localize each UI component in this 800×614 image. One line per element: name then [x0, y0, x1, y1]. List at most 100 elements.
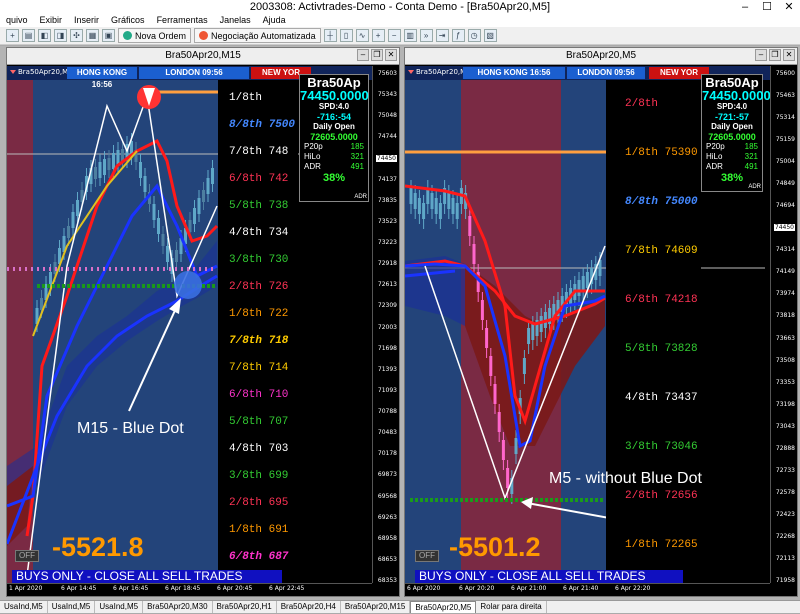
- chart-tab[interactable]: Bra50Apr20,M15: [341, 601, 411, 613]
- price-axis-label: 72309: [377, 302, 397, 310]
- price-axis-label: 73835: [377, 196, 397, 204]
- price-axis[interactable]: 75603 75343 75048 74744 74450 74137 73835 73523…: [372, 66, 399, 584]
- price-axis-label: 75048: [377, 112, 397, 120]
- market-watch-icon[interactable]: ◧: [38, 29, 51, 42]
- price-axis-label: 73353: [775, 378, 795, 386]
- time-axis[interactable]: 6 Apr 2020 6 Apr 20:20 6 Apr 21:00 6 Apr 21…: [405, 583, 770, 596]
- bar-chart-icon[interactable]: ┼: [323, 29, 337, 42]
- price-axis-label: 72888: [775, 444, 795, 452]
- indicators-icon[interactable]: ƒ: [451, 29, 465, 42]
- chart-window-caption[interactable]: Bra50Apr20,M15 – ❐ ✕: [7, 48, 399, 65]
- chart-area[interactable]: Bra50Apr20,M15 HONG KONG 16:56 LONDON 09…: [7, 66, 399, 596]
- menu-tools[interactable]: Ferramentas: [151, 14, 214, 27]
- chart-tab[interactable]: Bra50Apr20,H4: [277, 601, 341, 613]
- periods-icon[interactable]: ◷: [467, 29, 481, 42]
- window-minimize-icon[interactable]: –: [357, 49, 369, 61]
- chart-tab[interactable]: Bra50Apr20,M30: [143, 601, 213, 613]
- price-axis-label: 73223: [377, 239, 397, 246]
- new-order-button[interactable]: Nova Ordem: [118, 28, 192, 43]
- zoom-out-icon[interactable]: −: [387, 29, 401, 42]
- candle-body: [451, 198, 455, 214]
- price-axis-label: 70788: [377, 408, 397, 415]
- murrey-level-label: 3/8th 73046: [625, 441, 698, 453]
- murrey-level-label: 7/8th 714: [229, 362, 289, 374]
- time-axis-label: 6 Apr 18:45: [165, 585, 201, 592]
- price-axis-label: 72733: [775, 466, 795, 474]
- terminal-icon[interactable]: ▦: [86, 29, 99, 42]
- menu-bar: quivo Exibir Inserir Gráficos Ferramenta…: [0, 14, 800, 27]
- toolbar: + ▤ ◧ ◨ ✣ ▦ ▣ Nova Ordem Negociação Auto…: [0, 27, 800, 45]
- price-axis-label: 75343: [377, 91, 397, 99]
- info-open-label: Daily Open: [313, 122, 355, 131]
- window-titlebar: 2003308: Activtrades-Demo - Conta Demo -…: [0, 0, 800, 14]
- chart-window-m15[interactable]: Bra50Apr20,M15 – ❐ ✕ Bra50Apr20,M15 HONG K…: [6, 47, 400, 597]
- murrey-level-label: 2/8th 72656: [625, 490, 698, 502]
- candle-body: [501, 440, 505, 460]
- chart-tab[interactable]: UsaInd,M5: [0, 601, 48, 613]
- minimize-button[interactable]: –: [734, 0, 756, 14]
- menu-windows[interactable]: Janelas: [214, 14, 257, 27]
- window-close-icon[interactable]: ✕: [783, 49, 795, 61]
- profiles-icon[interactable]: ▤: [22, 29, 35, 42]
- candle-body: [585, 272, 589, 288]
- menu-view[interactable]: Exibir: [34, 14, 69, 27]
- window-minimize-icon[interactable]: –: [755, 49, 767, 61]
- info-spread: SPD:4.0: [318, 102, 350, 111]
- price-axis-label: 74314: [775, 246, 795, 254]
- murrey-level-label: 1/8th 691: [229, 524, 289, 536]
- chart-tab[interactable]: Rolar para direita: [476, 601, 547, 613]
- price-axis-label: 74450: [375, 154, 397, 162]
- murrey-level-label: 3/8th 730: [229, 254, 289, 266]
- price-pane[interactable]: Bra50Apr20,M15 HONG KONG 16:56 LONDON 09…: [7, 66, 372, 585]
- menu-help[interactable]: Ajuda: [257, 14, 292, 27]
- price-axis-label: 68958: [377, 534, 397, 542]
- chart-window-m5[interactable]: Bra50Apr20,M5 – ❐ ✕ Bra50Apr20,M5 HONG KON…: [404, 47, 798, 597]
- menu-insert[interactable]: Inserir: [68, 14, 105, 27]
- murrey-level-label: 4/8th 73437: [625, 392, 698, 404]
- candle-body: [211, 168, 214, 184]
- chart-area[interactable]: Bra50Apr20,M5 HONG KONG 16:56 LONDON 09:…: [405, 66, 797, 596]
- time-axis-label: 6 Apr 20:45: [217, 585, 253, 592]
- price-axis-label: 75603: [377, 70, 397, 77]
- line-chart-icon[interactable]: ∿: [355, 29, 369, 42]
- time-axis[interactable]: 1 Apr 2020 6 Apr 14:45 6 Apr 16:45 6 Apr 18…: [7, 583, 372, 596]
- new-chart-icon[interactable]: +: [6, 29, 19, 42]
- chart-window-caption[interactable]: Bra50Apr20,M5 – ❐ ✕: [405, 48, 797, 65]
- templates-icon[interactable]: ▧: [483, 29, 497, 42]
- auto-trading-button[interactable]: Negociação Automatizada: [194, 28, 321, 43]
- price-axis-label: 73663: [775, 334, 795, 342]
- off-button[interactable]: OFF: [15, 550, 39, 562]
- candle-body: [71, 212, 75, 228]
- price-pane[interactable]: Bra50Apr20,M5 HONG KONG 16:56 LONDON 09:…: [405, 66, 771, 585]
- info-panel: Bra50Ap 74450.0000 SPD:4.0 -716:-54 Dail…: [299, 74, 369, 202]
- data-window-icon[interactable]: ◨: [54, 29, 67, 42]
- tester-icon[interactable]: ▣: [102, 29, 115, 42]
- maximize-button[interactable]: ☐: [756, 0, 778, 14]
- autoscroll-icon[interactable]: »: [419, 29, 433, 42]
- off-button[interactable]: OFF: [415, 550, 439, 562]
- navigator-icon[interactable]: ✣: [70, 29, 83, 42]
- candle-body: [493, 384, 497, 404]
- candle-body: [193, 208, 196, 224]
- candles-icon[interactable]: ▯: [339, 29, 353, 42]
- shift-icon[interactable]: ⇥: [435, 29, 449, 42]
- chart-tab[interactable]: Bra50Apr20,H1: [213, 601, 277, 613]
- close-button[interactable]: ✕: [778, 0, 800, 14]
- window-restore-icon[interactable]: ❐: [371, 49, 383, 61]
- chart-tab[interactable]: UsaInd,M5: [48, 601, 96, 613]
- window-restore-icon[interactable]: ❐: [769, 49, 781, 61]
- murrey-level-label: 6/8th 74218: [625, 294, 698, 306]
- candle-body: [143, 176, 147, 192]
- price-axis[interactable]: 75600 75463 75314 75159 75004 74849 74694 74450…: [770, 66, 797, 584]
- window-close-icon[interactable]: ✕: [385, 49, 397, 61]
- candle-body: [434, 198, 438, 214]
- murrey-level-label: 7/8th 718: [229, 335, 289, 347]
- chart-tab[interactable]: Bra50Apr20,M5: [410, 601, 477, 613]
- tile-icon[interactable]: ▥: [403, 29, 417, 42]
- session-hong-kong: HONG KONG 16:56: [463, 67, 565, 79]
- zoom-in-icon[interactable]: +: [371, 29, 385, 42]
- menu-file[interactable]: quivo: [0, 14, 34, 27]
- info-percent: 38%: [720, 172, 744, 184]
- menu-charts[interactable]: Gráficos: [105, 14, 151, 27]
- chart-tab[interactable]: UsaInd,M5: [95, 601, 144, 613]
